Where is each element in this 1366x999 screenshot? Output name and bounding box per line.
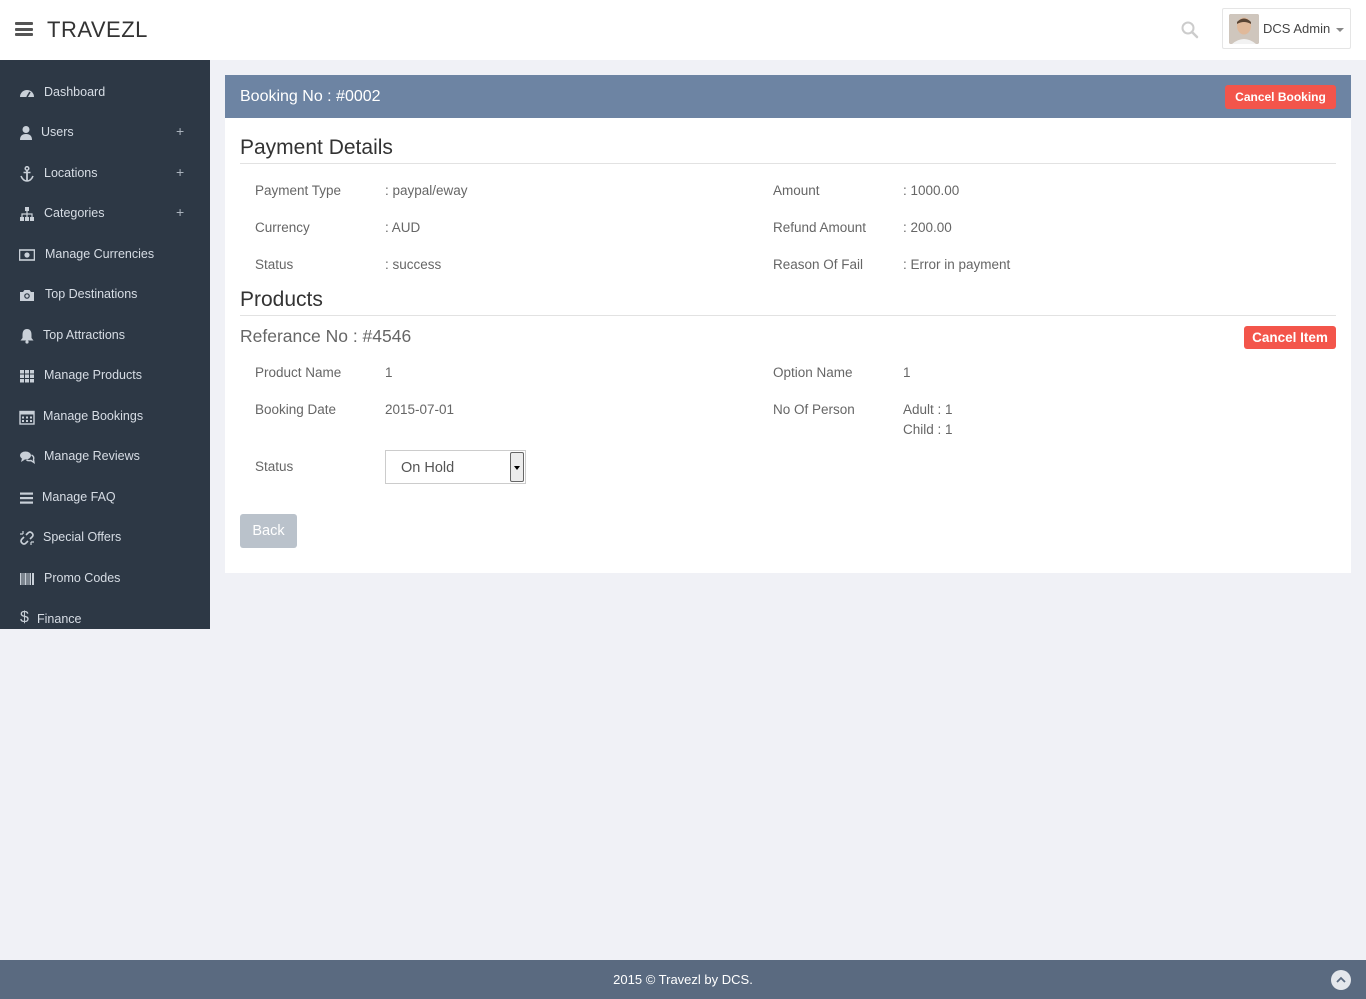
sidebar-item-top-attractions[interactable]: Top Attractions — [0, 316, 210, 356]
status-select[interactable]: On Hold — [385, 450, 526, 484]
back-button[interactable]: Back — [240, 514, 297, 548]
payment-status-label: Status — [255, 257, 294, 272]
payment-details-heading: Payment Details — [240, 136, 393, 159]
status-select-value: On Hold — [401, 460, 455, 476]
sitemap-icon — [19, 206, 35, 222]
sidebar-item-label: Manage Currencies — [45, 247, 155, 261]
product-name-label: Product Name — [255, 365, 342, 380]
dollar-icon: $ — [20, 609, 29, 626]
user-icon — [19, 125, 35, 141]
sidebar-item-label: Finance — [37, 612, 82, 626]
sidebar-item-special-offers[interactable]: Special Offers — [0, 518, 210, 558]
sidebar-item-locations[interactable]: Locations + — [0, 154, 210, 194]
unlink-icon — [19, 530, 35, 546]
reference-number: Referance No : #4546 — [240, 326, 412, 346]
sidebar-item-label: Dashboard — [44, 85, 106, 99]
sidebar-item-label: Top Destinations — [45, 287, 138, 301]
search-icon[interactable] — [1180, 20, 1200, 40]
scroll-to-top-icon[interactable] — [1331, 970, 1351, 990]
currency-label: Currency — [255, 220, 310, 235]
reason-of-fail-label: Reason Of Fail — [773, 257, 864, 272]
sidebar-item-label: Manage Reviews — [44, 449, 140, 463]
camera-icon — [19, 287, 35, 303]
booking-panel: Booking No : #0002 Cancel Booking Paymen… — [225, 75, 1351, 573]
user-menu[interactable]: DCS Admin — [1222, 8, 1351, 49]
payment-type-label: Payment Type — [255, 183, 342, 198]
sidebar-item-top-destinations[interactable]: Top Destinations — [0, 275, 210, 315]
sidebar-item-manage-products[interactable]: Manage Products — [0, 356, 210, 396]
barcode-icon — [19, 571, 35, 587]
panel-header: Booking No : #0002 Cancel Booking — [225, 75, 1351, 118]
divider — [240, 315, 1336, 316]
comments-icon — [19, 449, 35, 465]
sidebar-item-label: Special Offers — [43, 530, 122, 544]
sidebar-item-label: Promo Codes — [44, 571, 121, 585]
anchor-icon — [19, 165, 35, 182]
divider — [240, 163, 1336, 164]
sidebar-item-label: Manage FAQ — [42, 490, 116, 504]
expand-icon[interactable]: + — [176, 123, 184, 139]
sidebar-item-label: Users — [41, 125, 74, 139]
sidebar-item-manage-faq[interactable]: Manage FAQ — [0, 478, 210, 518]
currency-value: : AUD — [385, 220, 421, 235]
calendar-icon — [19, 409, 35, 425]
option-name-label: Option Name — [773, 365, 853, 380]
booking-date-value: 2015-07-01 — [385, 402, 455, 417]
reason-of-fail-value: : Error in payment — [903, 257, 1011, 272]
sidebar-item-promo-codes[interactable]: Promo Codes — [0, 559, 210, 599]
adult-count: Adult : 1 — [903, 402, 953, 417]
top-bar: TRAVEZL DCS Admin — [0, 0, 1366, 60]
avatar — [1229, 14, 1259, 44]
sidebar-item-label: Manage Products — [44, 368, 142, 382]
sidebar-item-categories[interactable]: Categories + — [0, 194, 210, 234]
cancel-item-button[interactable]: Cancel Item — [1244, 326, 1336, 349]
sidebar: Dashboard Users + Locations + Categories… — [0, 60, 210, 629]
expand-icon[interactable]: + — [176, 204, 184, 220]
sidebar-item-label: Top Attractions — [43, 328, 125, 342]
refund-amount-value: : 200.00 — [903, 220, 952, 235]
option-name-value: 1 — [903, 365, 911, 380]
product-name-value: 1 — [385, 365, 393, 380]
child-count: Child : 1 — [903, 422, 953, 437]
dashboard-icon — [19, 85, 35, 101]
sidebar-item-dashboard[interactable]: Dashboard — [0, 73, 210, 113]
grid-icon — [19, 368, 35, 384]
expand-icon[interactable]: + — [176, 164, 184, 180]
menu-toggle-icon[interactable] — [15, 22, 33, 36]
footer: 2015 © Travezl by DCS. — [0, 960, 1366, 999]
list-icon — [19, 490, 35, 506]
sidebar-item-users[interactable]: Users + — [0, 113, 210, 153]
booking-date-label: Booking Date — [255, 402, 337, 417]
bell-icon — [19, 328, 35, 344]
amount-value: : 1000.00 — [903, 183, 960, 198]
sidebar-item-label: Manage Bookings — [43, 409, 144, 423]
brand-logo[interactable]: TRAVEZL — [47, 17, 148, 43]
sidebar-item-manage-currencies[interactable]: Manage Currencies — [0, 235, 210, 275]
chevron-down-icon[interactable] — [510, 452, 524, 482]
payment-type-value: : paypal/eway — [385, 183, 468, 198]
amount-label: Amount — [773, 183, 820, 198]
no-of-person-label: No Of Person — [773, 402, 855, 417]
chevron-down-icon — [1336, 28, 1344, 32]
footer-copyright: 2015 © Travezl by DCS. — [613, 972, 753, 987]
products-heading: Products — [240, 288, 323, 311]
sidebar-item-manage-bookings[interactable]: Manage Bookings — [0, 397, 210, 437]
user-name: DCS Admin — [1263, 21, 1331, 36]
item-status-label: Status — [255, 459, 294, 474]
refund-amount-label: Refund Amount — [773, 220, 867, 235]
sidebar-item-label: Locations — [44, 166, 98, 180]
payment-status-value: : success — [385, 257, 442, 272]
money-icon — [18, 247, 36, 263]
sidebar-item-manage-reviews[interactable]: Manage Reviews — [0, 437, 210, 477]
cancel-booking-button[interactable]: Cancel Booking — [1225, 85, 1336, 109]
sidebar-item-label: Categories — [44, 206, 105, 220]
sidebar-item-finance[interactable]: $ Finance — [0, 599, 210, 639]
page-title: Booking No : #0002 — [240, 88, 381, 105]
